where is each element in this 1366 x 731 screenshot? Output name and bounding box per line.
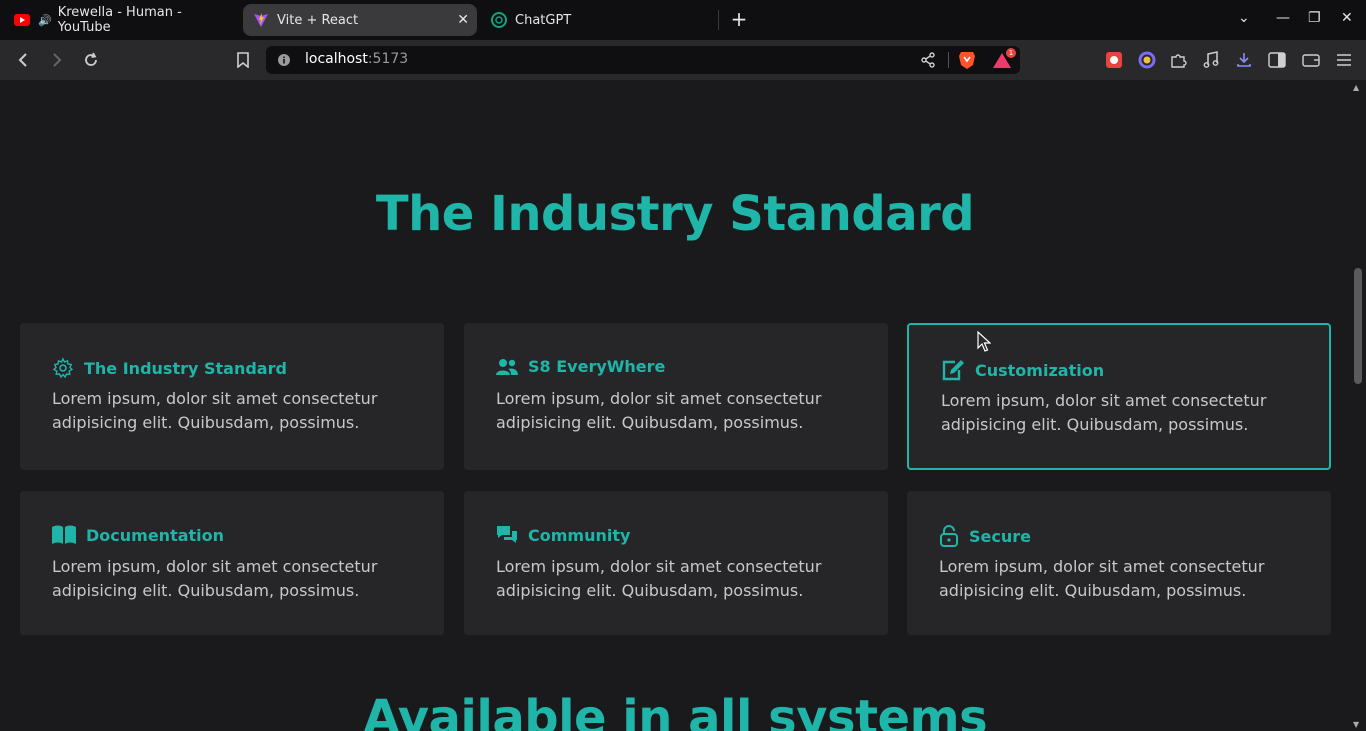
url-text[interactable]: localhost:5173	[305, 51, 408, 67]
feature-card[interactable]: S8 EveryWhere Lorem ipsum, dolor sit ame…	[464, 323, 888, 470]
tab-chatgpt[interactable]: ChatGPT	[481, 4, 715, 36]
close-window-button[interactable]: ✕	[1341, 10, 1353, 26]
card-body: Lorem ipsum, dolor sit amet consectetur …	[941, 391, 1267, 434]
bookmark-icon[interactable]	[233, 50, 253, 70]
divider	[948, 52, 949, 68]
new-tab-button[interactable]: +	[728, 8, 750, 30]
youtube-icon	[14, 12, 30, 28]
page-viewport: The Industry Standard The Industry Stand…	[0, 80, 1350, 731]
tab-title: Krewella - Human - YouTube	[57, 5, 182, 35]
back-icon[interactable]	[13, 50, 33, 70]
card-body: Lorem ipsum, dolor sit amet consectetur …	[496, 557, 822, 600]
card-body: Lorem ipsum, dolor sit amet consectetur …	[52, 557, 378, 600]
card-title: Documentation	[86, 525, 225, 545]
notification-badge: 1	[1006, 48, 1016, 58]
users-icon	[496, 358, 518, 375]
card-title: Community	[528, 525, 631, 545]
tab-title: Vite + React	[277, 12, 359, 28]
reload-icon[interactable]	[81, 50, 101, 70]
menu-icon[interactable]	[1334, 50, 1354, 70]
vite-icon	[253, 12, 269, 28]
card-body: Lorem ipsum, dolor sit amet consectetur …	[939, 557, 1265, 600]
tab-strip: 🔊 Krewella - Human - YouTube Vite + Reac…	[0, 0, 1366, 40]
feature-card[interactable]: The Industry Standard Lorem ipsum, dolor…	[20, 323, 444, 470]
scroll-down-icon[interactable]: ▼	[1353, 720, 1359, 729]
puzzle-icon[interactable]	[1168, 50, 1188, 70]
lock-icon	[940, 525, 958, 547]
forward-icon[interactable]	[47, 50, 67, 70]
wallet-icon[interactable]	[1301, 50, 1321, 70]
gear-icon	[52, 357, 74, 379]
comments-icon	[497, 526, 517, 543]
mouse-cursor-icon	[977, 331, 991, 352]
tab-separator	[718, 10, 719, 30]
maximize-button[interactable]: ❐	[1308, 10, 1321, 26]
site-info-icon[interactable]	[274, 50, 294, 70]
edit-icon	[942, 360, 964, 381]
sidebar-icon[interactable]	[1267, 50, 1287, 70]
color-picker-icon[interactable]	[1137, 50, 1157, 70]
card-title: S8 EveryWhere	[528, 357, 666, 376]
feature-card[interactable]: Community Lorem ipsum, dolor sit amet co…	[464, 491, 888, 635]
feature-card[interactable]: Customization Lorem ipsum, dolor sit ame…	[907, 323, 1331, 470]
page-heading: The Industry Standard	[375, 186, 975, 242]
scroll-up-icon[interactable]: ▲	[1353, 83, 1359, 92]
tab-vite-react[interactable]: Vite + React ✕	[243, 4, 477, 36]
card-title: The Industry Standard	[84, 358, 287, 378]
tab-youtube[interactable]: 🔊 Krewella - Human - YouTube	[4, 4, 240, 36]
card-title: Customization	[975, 360, 1105, 380]
download-icon[interactable]	[1234, 50, 1254, 70]
feature-card[interactable]: Secure Lorem ipsum, dolor sit amet conse…	[907, 491, 1331, 635]
section-heading: Available in all systems	[362, 690, 988, 731]
scrollbar[interactable]: ▲ ▼	[1350, 80, 1366, 731]
book-icon	[52, 525, 76, 544]
feature-card[interactable]: Documentation Lorem ipsum, dolor sit ame…	[20, 491, 444, 635]
brave-shields-icon[interactable]	[957, 50, 977, 70]
extension-icon[interactable]	[1104, 50, 1124, 70]
scroll-thumb[interactable]	[1354, 268, 1362, 384]
card-body: Lorem ipsum, dolor sit amet consectetur …	[496, 389, 822, 432]
music-icon[interactable]	[1201, 50, 1221, 70]
share-icon[interactable]	[918, 50, 938, 70]
tab-search-icon[interactable]: ⌄	[1238, 10, 1250, 26]
close-tab-icon[interactable]: ✕	[457, 12, 469, 28]
minimize-button[interactable]: —	[1276, 10, 1290, 26]
card-body: Lorem ipsum, dolor sit amet consectetur …	[52, 389, 378, 432]
speaker-icon[interactable]: 🔊	[38, 14, 52, 27]
chatgpt-icon	[491, 12, 507, 28]
card-title: Secure	[969, 526, 1031, 546]
tab-title: ChatGPT	[515, 12, 572, 28]
